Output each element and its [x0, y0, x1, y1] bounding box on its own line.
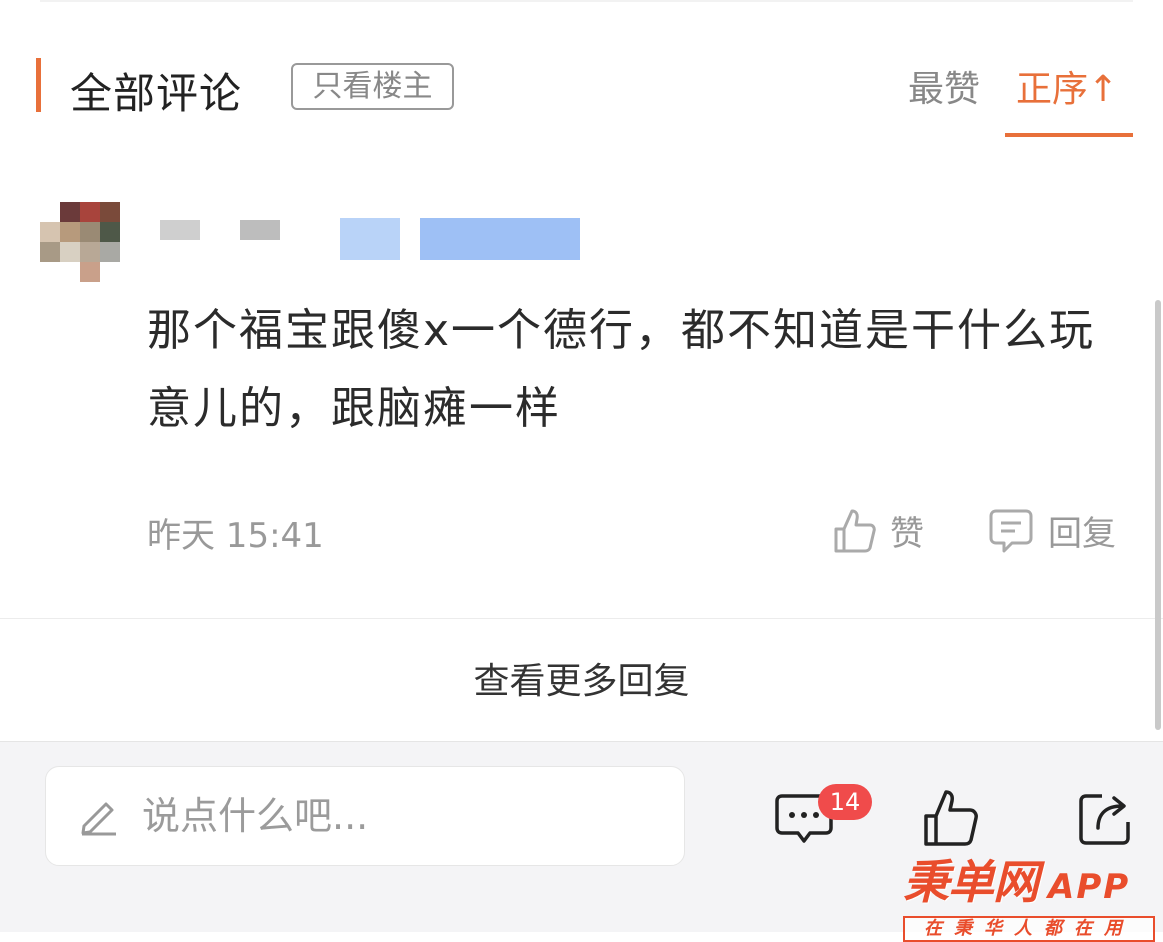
divider [0, 618, 1163, 619]
user-badge-blurred [420, 218, 580, 260]
reply-bubble-icon [989, 509, 1033, 552]
like-button[interactable]: 赞 [832, 506, 924, 555]
sort-by-likes-tab[interactable]: 最赞 [908, 60, 980, 112]
watermark: 秉单网 APP 在秉华人都在用 [903, 846, 1159, 942]
watermark-app: APP [1048, 867, 1131, 907]
username-blurred[interactable] [160, 220, 200, 240]
reply-button[interactable]: 回复 [988, 506, 1116, 555]
watermark-slogan: 在秉华人都在用 [903, 916, 1155, 942]
section-accent-bar [36, 58, 41, 112]
like-label: 赞 [890, 514, 924, 554]
username-blurred[interactable] [240, 220, 280, 240]
like-icon[interactable] [920, 788, 980, 848]
comment-body: 那个福宝跟傻x一个德行，都不知道是干什么玩意儿的，跟脑瘫一样 [147, 305, 1096, 434]
comment-count-badge: 14 [818, 784, 872, 820]
view-more-replies-link[interactable]: 查看更多回复 [0, 652, 1163, 704]
watermark-name: 秉单网 [903, 855, 1039, 909]
active-tab-underline [1005, 133, 1133, 137]
thumbs-up-icon [834, 509, 876, 552]
only-op-filter-button[interactable]: 只看楼主 [291, 63, 454, 110]
comment-input[interactable] [140, 793, 664, 839]
top-divider [40, 0, 1133, 2]
sort-ascending-tab[interactable]: 正序↑ [1016, 60, 1118, 112]
avatar[interactable] [40, 202, 120, 282]
reply-label: 回复 [1048, 514, 1116, 554]
comment-timestamp: 昨天 15:41 [147, 516, 324, 556]
scrollbar[interactable] [1155, 300, 1161, 730]
user-badge-blurred [340, 218, 400, 260]
watermark-logo: 秉单网 APP [903, 846, 1159, 912]
share-icon[interactable] [1078, 790, 1134, 846]
pencil-icon [81, 802, 116, 836]
section-title: 全部评论 [70, 69, 243, 118]
comment-input-box[interactable] [45, 766, 685, 866]
